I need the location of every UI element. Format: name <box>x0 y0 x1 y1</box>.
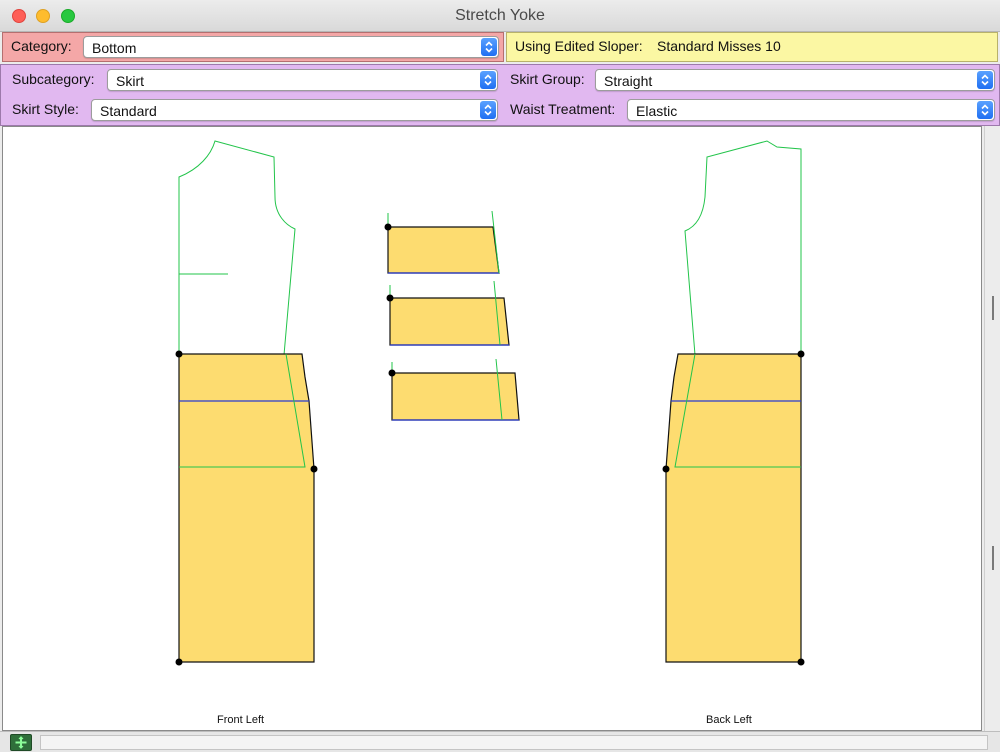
waist-treatment-select[interactable]: Elastic <box>627 99 995 121</box>
plus-cross-icon <box>15 736 27 749</box>
bottom-bar <box>0 731 1000 752</box>
back-left-label: Back Left <box>706 714 752 726</box>
chevron-updown-icon <box>480 101 496 119</box>
yoke-piece-2 <box>389 297 510 346</box>
yoke-point <box>386 294 394 302</box>
skirt-group-label: Skirt Group: <box>510 71 585 87</box>
back-point <box>797 350 805 358</box>
chevron-updown-icon <box>480 71 496 89</box>
waist-treatment-label: Waist Treatment: <box>510 101 616 117</box>
pattern-window: Stretch Yoke Category: Bottom Using Edit… <box>0 0 1000 752</box>
front-point <box>175 658 183 666</box>
skirt-group-select[interactable]: Straight <box>595 69 995 91</box>
back-point <box>797 658 805 666</box>
subcategory-value: Skirt <box>116 73 144 89</box>
chevron-updown-icon <box>481 38 497 56</box>
waist-treatment-value: Elastic <box>636 103 678 119</box>
sloper-label: Using Edited Sloper: <box>515 38 643 54</box>
category-value: Bottom <box>92 40 137 56</box>
chevron-updown-icon <box>977 101 993 119</box>
scroll-tick <box>992 296 994 320</box>
category-label: Category: <box>11 38 72 54</box>
yoke-point <box>388 369 396 377</box>
skirt-style-value: Standard <box>100 103 157 119</box>
front-point <box>175 350 183 358</box>
subcategory-label: Subcategory: <box>12 71 95 87</box>
category-select[interactable]: Bottom <box>83 36 499 58</box>
add-piece-button[interactable] <box>10 734 32 751</box>
back-point <box>662 465 670 473</box>
skirt-style-select[interactable]: Standard <box>91 99 498 121</box>
yoke-piece-1 <box>387 226 500 274</box>
category-row: Category: Bottom Using Edited Sloper: St… <box>0 32 1000 62</box>
back-skirt-piece <box>665 353 802 663</box>
yoke-point <box>384 223 392 231</box>
scroll-tick <box>992 546 994 570</box>
category-panel: Category: Bottom <box>2 32 504 62</box>
horizontal-scrollbar[interactable] <box>40 735 988 750</box>
front-point <box>310 465 318 473</box>
chevron-updown-icon <box>977 71 993 89</box>
subcategory-select[interactable]: Skirt <box>107 69 498 91</box>
skirt-group-value: Straight <box>604 73 653 89</box>
window-title: Stretch Yoke <box>455 7 545 24</box>
pattern-drawing <box>175 140 805 666</box>
sloper-panel: Using Edited Sloper: Standard Misses 10 <box>506 32 998 62</box>
pattern-canvas[interactable]: Front Left Back Left <box>2 126 982 731</box>
skirt-style-label: Skirt Style: <box>12 101 79 117</box>
front-left-label: Front Left <box>217 714 265 726</box>
title-bar: Stretch Yoke <box>0 0 1000 32</box>
sloper-value: Standard Misses 10 <box>657 38 781 54</box>
options-panel: Subcategory: Skirt Skirt Group: Straight… <box>0 64 1000 126</box>
right-edge-scroll[interactable] <box>984 126 1000 731</box>
